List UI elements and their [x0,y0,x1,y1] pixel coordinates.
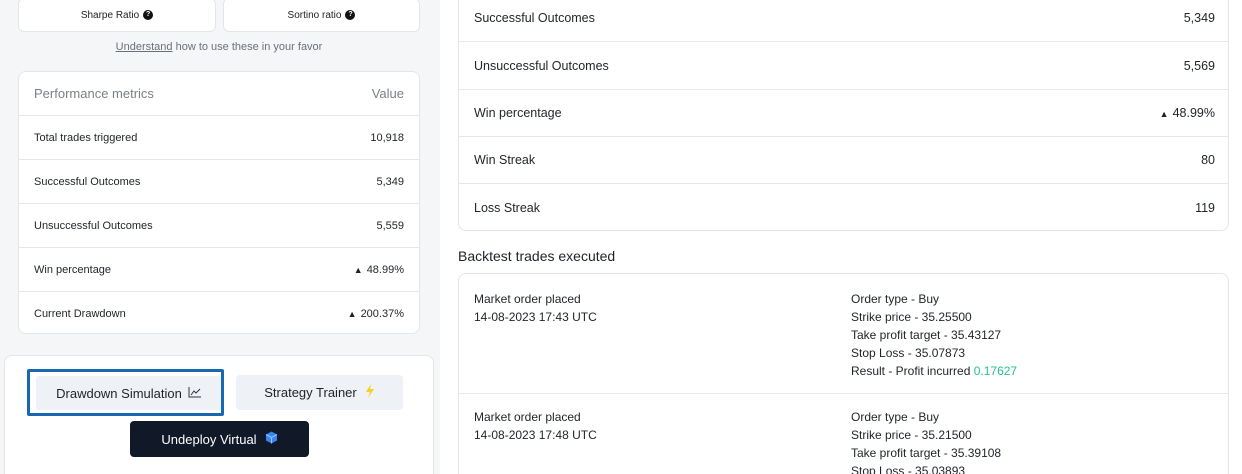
triangle-up-icon: ▲ [1159,109,1169,119]
sortino-ratio-label: Sortino ratio [287,9,342,21]
backtest-trades-list: Market order placed 14-08-2023 17:43 UTC… [458,273,1229,474]
trade-result-prefix: Result - Profit incurred [851,364,974,378]
stat-value-cell: ▲ 48.99% [1160,106,1215,120]
trade-stop-loss: Stop Loss - 35.03893 [851,464,966,474]
stats-row: Win percentage ▲ 48.99% [459,90,1228,137]
sharpe-ratio-label: Sharpe Ratio [80,9,140,21]
stats-table: Successful Outcomes 5,349 Unsuccessful O… [458,0,1229,231]
undeploy-virtual-label: Undeploy Virtual [161,431,257,447]
trade-stop-loss: Stop Loss - 35.07873 [851,346,966,360]
metric-value: 5,349 [376,175,404,188]
metrics-header: Performance metrics Value [19,72,419,116]
trade-strike-price: Strike price - 35.25500 [851,310,972,324]
performance-metrics-table: Performance metrics Value Total trades t… [18,71,420,334]
trade-time: 14-08-2023 17:48 UTC [474,428,597,442]
trade-placed: Market order placed [474,292,581,306]
drawdown-simulation-highlight [27,369,224,416]
lightning-icon [365,384,375,401]
understand-link[interactable]: Understand [116,41,173,53]
question-circle-icon: ? [345,10,356,20]
understand-rest: how to use these in your favor [172,41,323,53]
trade-summary: Market order placed 14-08-2023 17:48 UTC [474,408,597,444]
metric-label: Current Drawdown [34,308,126,320]
trade-placed: Market order placed [474,410,581,424]
stat-label: Win percentage [474,106,562,120]
stat-value: 5,349 [1183,11,1215,25]
triangle-up-icon: ▲ [353,264,363,275]
metric-value-cell: ▲ 200.37% [348,308,404,320]
stat-label: Win Streak [474,153,536,167]
trade-details: Order type - Buy Strike price - 35.25500… [851,290,1017,380]
trade-strike-price: Strike price - 35.21500 [851,428,972,442]
trade-take-profit: Take profit target - 35.43127 [851,328,1002,342]
stat-value: 119 [1195,200,1215,215]
stats-row: Loss Streak 119 [459,184,1228,230]
stat-value: 48.99% [1172,106,1215,120]
undeploy-virtual-button[interactable]: Undeploy Virtual [130,421,309,457]
stat-value: 80 [1201,153,1215,167]
cube-icon [265,431,278,447]
stat-label: Loss Streak [474,200,541,215]
trade-time: 14-08-2023 17:43 UTC [474,310,597,324]
metrics-row: Unsuccessful Outcomes 5,559 [19,204,419,248]
question-circle-icon: ? [143,10,154,20]
stat-value: 5,569 [1183,59,1215,73]
strategy-trainer-button[interactable]: Strategy Trainer [236,375,403,410]
metric-label: Win percentage [34,263,112,276]
metrics-row: Successful Outcomes 5,349 [19,160,419,204]
sortino-ratio-button[interactable]: Sortino ratio ? [223,0,420,32]
metric-label: Successful Outcomes [34,175,141,188]
triangle-up-icon: ▲ [347,309,357,319]
metric-label: Total trades triggered [34,131,138,144]
stat-label: Unsuccessful Outcomes [474,59,609,73]
left-panel: Sharpe Ratio ? Sortino ratio ? Understan… [0,0,440,474]
metric-value: 48.99% [366,263,404,276]
stat-label: Successful Outcomes [474,11,595,25]
metrics-row: Total trades triggered 10,918 [19,116,419,160]
metrics-row: Current Drawdown ▲ 200.37% [19,292,419,333]
trade-result: Result - Profit incurred 0.17627 [851,362,1017,380]
trade-order-type: Order type - Buy [851,292,940,306]
understand-help-text: Understand how to use these in your favo… [18,41,420,53]
trade-divider [459,393,1228,394]
backtest-section-title: Backtest trades executed [458,248,616,264]
metric-value: 10,918 [370,131,404,144]
metrics-row: Win percentage ▲ 48.99% [19,248,419,292]
sharpe-ratio-button[interactable]: Sharpe Ratio ? [18,0,216,32]
metrics-header-label: Performance metrics [34,86,154,101]
trade-take-profit: Take profit target - 35.39108 [851,446,1002,460]
trade-summary: Market order placed 14-08-2023 17:43 UTC [474,290,597,326]
trade-order-type: Order type - Buy [851,410,940,424]
trade-result-value: 0.17627 [973,364,1018,378]
stats-row: Win Streak 80 [459,137,1228,184]
metrics-header-value: Value [371,86,404,101]
metric-value: 5,559 [376,219,404,232]
metric-value: 200.37% [360,308,404,320]
metric-label: Unsuccessful Outcomes [34,219,153,232]
stats-row: Successful Outcomes 5,349 [459,0,1228,42]
strategy-trainer-label: Strategy Trainer [264,385,357,400]
stats-row: Unsuccessful Outcomes 5,569 [459,43,1228,90]
metric-value-cell: ▲ 48.99% [354,264,404,276]
trade-details: Order type - Buy Strike price - 35.21500… [851,408,1001,474]
